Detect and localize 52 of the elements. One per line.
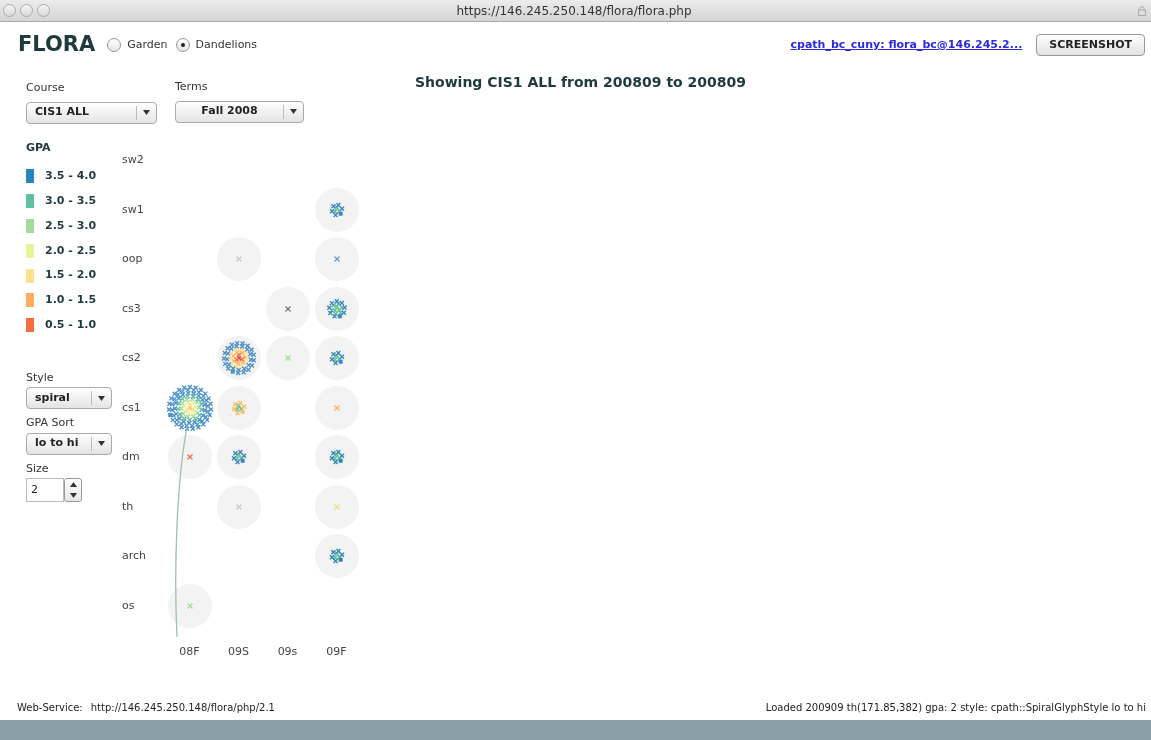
option-label: GPA Sort	[26, 415, 76, 432]
row-label: os	[121, 597, 136, 614]
legend-label: 0.5 - 1.0	[45, 316, 97, 333]
mode-radio[interactable]: Dandelions	[175, 36, 258, 54]
window-button[interactable]	[20, 4, 33, 17]
row-label: arch	[121, 548, 148, 564]
chart-heading: Showing CIS1 ALL from 200809 to 200809	[415, 74, 747, 90]
account-link[interactable]: cpath_bc_cuny: flora_bc@146.245.2...	[790, 36, 1023, 54]
legend-title: GPA	[26, 139, 52, 156]
size-label: Size	[26, 460, 50, 477]
filter-label: Terms	[175, 79, 209, 95]
caret-icon	[98, 441, 105, 447]
screenshot-button[interactable]: SCREENSHOT	[1036, 34, 1145, 56]
row-label: oop	[121, 251, 144, 267]
column-label: 09F	[325, 644, 348, 661]
course-select[interactable]: CIS1 ALL	[26, 101, 157, 124]
row-label: dm	[121, 449, 141, 465]
row-label: cs1	[121, 399, 142, 416]
service-url: http://146.245.250.148/flora/php/2.1	[90, 700, 275, 715]
column-label: 09s	[276, 644, 299, 661]
lock-icon	[1138, 5, 1146, 16]
column-label: 09S	[227, 644, 250, 661]
row-label: cs3	[121, 300, 142, 317]
column-label: 08F	[178, 644, 201, 661]
up-arrow-icon[interactable]	[69, 482, 77, 488]
row-label: th	[121, 498, 135, 515]
legend-label: 2.0 - 2.5	[45, 242, 97, 259]
caret-icon	[290, 109, 297, 114]
sort-select[interactable]: lo to hi	[26, 432, 112, 455]
legend-label: 3.5 - 4.0	[45, 168, 97, 185]
caret-icon	[98, 395, 105, 401]
dandelion-glyph	[164, 382, 215, 433]
mode-radio[interactable]: Garden	[107, 36, 168, 54]
caret-icon	[143, 110, 150, 115]
legend-label: 1.0 - 1.5	[45, 292, 97, 309]
row-label: sw2	[121, 152, 145, 168]
style-select[interactable]: spiral	[26, 387, 112, 410]
window-button[interactable]	[37, 4, 50, 17]
down-arrow-icon[interactable]	[69, 493, 77, 499]
legend-label: 1.5 - 2.0	[45, 267, 97, 284]
service-label: Web-Service:	[17, 700, 83, 715]
row-label: sw1	[121, 201, 145, 218]
app-logo: FLORA	[18, 31, 96, 59]
status-message: Loaded 200909 th(171.85,382) gpa: 2 style: cpath::SpiralGlyphStyle lo to hi	[765, 700, 1146, 715]
filter-label: Course	[26, 80, 66, 96]
window-title: https://146.245.250.148/flora/flora.php	[456, 2, 692, 20]
window-button[interactable]	[3, 4, 16, 17]
row-label: cs2	[121, 350, 142, 366]
legend-label: 3.0 - 3.5	[45, 192, 97, 209]
terms-select[interactable]: Fall 2008	[175, 100, 304, 123]
legend-label: 2.5 - 3.0	[45, 217, 97, 234]
option-label: Style	[26, 369, 55, 386]
